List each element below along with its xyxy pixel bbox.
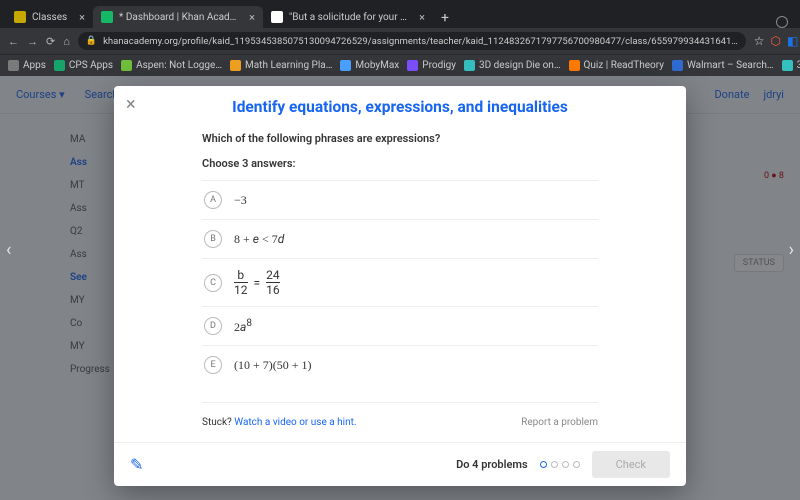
check-button[interactable]: Check <box>592 451 670 478</box>
bookmarks-bar: Apps CPS Apps Aspen: Not Logge… Math Lea… <box>0 54 800 76</box>
answer-option[interactable]: C b12 = 2416 <box>202 258 598 306</box>
browser-tab-bar: Classes × * Dashboard | Khan Academy × "… <box>0 0 800 28</box>
apps-shortcut[interactable]: Apps <box>8 60 46 71</box>
close-icon[interactable]: × <box>126 96 136 114</box>
wand-icon[interactable]: ✎ <box>130 455 143 474</box>
bookmark-item[interactable]: Math Learning Pla… <box>230 60 332 71</box>
carousel-prev-icon[interactable]: ‹ <box>6 240 11 261</box>
report-problem-link[interactable]: Report a problem <box>521 417 598 428</box>
footer-label: Do 4 problems <box>456 458 528 471</box>
tab-title: * Dashboard | Khan Academy <box>119 12 237 23</box>
close-tab-icon[interactable]: × <box>79 11 85 24</box>
browser-toolbar: ← → ⟳ ⌂ 🔒 khanacademy.org/profile/kaid_1… <box>0 28 800 54</box>
bookmark-item[interactable]: 3D design Grand… <box>782 60 800 71</box>
close-tab-icon[interactable]: × <box>419 11 425 24</box>
hint-link[interactable]: Watch a video or use a hint. <box>234 417 356 428</box>
address-bar[interactable]: 🔒 khanacademy.org/profile/kaid_119534538… <box>78 32 746 50</box>
option-letter: E <box>204 356 222 374</box>
option-math: b12 = 2416 <box>234 269 280 296</box>
browser-tab[interactable]: * Dashboard | Khan Academy × <box>93 6 263 28</box>
bookmark-item[interactable]: CPS Apps <box>54 60 113 71</box>
progress-dot <box>573 461 580 468</box>
progress-dots <box>540 461 580 468</box>
new-tab-button[interactable]: + <box>433 8 457 28</box>
option-letter: B <box>204 230 222 248</box>
carousel-next-icon[interactable]: › <box>789 240 794 261</box>
browser-tab[interactable]: Classes × <box>6 6 93 28</box>
answer-option[interactable]: B 8 + e < 7d <box>202 219 598 258</box>
tab-favicon <box>271 11 283 23</box>
option-math: 2a8 <box>234 318 252 335</box>
bookmark-item[interactable]: Aspen: Not Logge… <box>121 60 222 71</box>
option-letter: A <box>204 191 222 209</box>
bookmark-item[interactable]: 3D design Die on… <box>464 60 561 71</box>
shield-icon[interactable]: ⬡ <box>770 34 780 48</box>
question-text: Which of the following phrases are expre… <box>202 132 598 145</box>
tab-title: "But a solicitude for your welf… <box>289 12 407 23</box>
home-icon[interactable]: ⌂ <box>63 35 70 48</box>
answer-option[interactable]: D 2a8 <box>202 306 598 345</box>
bookmark-item[interactable]: Prodigy <box>407 60 456 71</box>
exercise-modal: × Identify equations, expressions, and i… <box>114 86 686 486</box>
progress-dot <box>562 461 569 468</box>
bookmark-item[interactable]: Quiz | ReadTheory <box>569 60 664 71</box>
lock-icon: 🔒 <box>86 36 97 46</box>
bookmark-icon[interactable]: ◧ <box>787 34 798 48</box>
star-icon[interactable]: ☆ <box>754 34 765 48</box>
tab-favicon <box>101 11 113 23</box>
exercise-footer: ✎ Do 4 problems Check <box>114 442 686 486</box>
url-text: khanacademy.org/profile/kaid_11953453850… <box>103 36 738 47</box>
option-math: −3 <box>234 193 247 208</box>
answer-option[interactable]: A −3 <box>202 180 598 219</box>
back-icon[interactable]: ← <box>8 35 19 48</box>
instruction-text: Choose 3 answers: <box>202 157 598 170</box>
help-row: Stuck? Watch a video or use a hint. Repo… <box>202 402 598 428</box>
forward-icon[interactable]: → <box>27 35 38 48</box>
bookmark-item[interactable]: MobyMax <box>340 60 399 71</box>
browser-tab[interactable]: "But a solicitude for your welf… × <box>263 6 433 28</box>
option-math: (10 + 7)(50 + 1) <box>234 358 312 373</box>
option-letter: D <box>204 317 222 335</box>
window-minimize-icon[interactable] <box>776 16 788 28</box>
stuck-prompt: Stuck? Watch a video or use a hint. <box>202 417 357 428</box>
exercise-title: Identify equations, expressions, and ine… <box>114 86 686 126</box>
option-letter: C <box>204 274 222 292</box>
progress-dot <box>551 461 558 468</box>
exercise-body: Which of the following phrases are expre… <box>114 126 686 442</box>
tab-title: Classes <box>32 12 67 23</box>
toolbar-extensions: ☆ ⬡ ◧ ◆ ✦ ⋮ <box>754 34 800 48</box>
answer-option[interactable]: E (10 + 7)(50 + 1) <box>202 345 598 384</box>
reload-icon[interactable]: ⟳ <box>46 35 55 48</box>
bookmark-item[interactable]: Walmart – Search… <box>672 60 774 71</box>
option-math: 8 + e < 7d <box>234 232 284 247</box>
close-tab-icon[interactable]: × <box>249 11 255 24</box>
tab-favicon <box>14 11 26 23</box>
progress-dot <box>540 461 547 468</box>
